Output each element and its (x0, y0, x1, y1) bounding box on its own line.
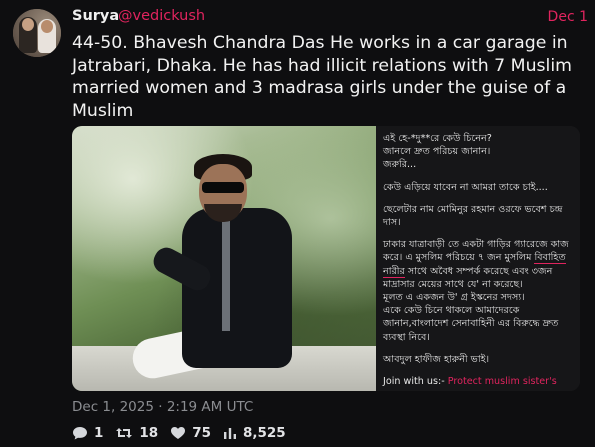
image-text-panel: এই হে-*দু**রে কেউ চিনেন? জানলে দ্রুত পরি… (376, 126, 580, 391)
avatar[interactable] (13, 9, 61, 57)
image-text-p2: কেউ এড়িয়ে যাবেন না আমরা তাকে চাই.... (383, 181, 548, 193)
comment-icon (73, 427, 87, 440)
reply-count: 1 (94, 425, 104, 441)
post-timestamp[interactable]: Dec 1, 2025 · 2:19 AM UTC (72, 399, 253, 415)
post-date[interactable]: Dec 1 (548, 9, 588, 25)
image-text-p5: আবদুল হাফীজ হারুনী ভাই। (383, 353, 490, 365)
retweet-icon (116, 428, 133, 438)
reply-button[interactable]: 1 (72, 425, 103, 441)
person-photo (72, 126, 376, 391)
views-count: 8,525 (243, 425, 286, 441)
image-text-p4-b: সাথে অবৈধ সম্পর্ক করেছে এবং ৩জন মাদ্রাসা… (383, 265, 559, 343)
post-card: Surya @vedickush Dec 1 44-50. Bhavesh Ch… (0, 0, 595, 447)
like-button[interactable]: 75 (170, 425, 211, 441)
retweet-button[interactable]: 18 (115, 425, 158, 441)
image-text-join: Join with us:- Protect muslim sister's (383, 375, 574, 388)
author-name[interactable]: Surya (72, 8, 119, 24)
views-icon (224, 428, 236, 439)
image-text-p4: ঢাকার যাত্রাবাড়ী তে একটা গাড়ির গ্যারেজ… (383, 238, 574, 344)
author-handle[interactable]: @vedickush (118, 8, 205, 24)
views-stat[interactable]: 8,525 (223, 425, 286, 441)
heart-icon (171, 427, 186, 439)
image-text-p3: ছেলেটার নাম মোমিনুর রহমান ওরফে ভবেশ চন্দ… (383, 203, 563, 229)
join-prefix: Join with us:- (383, 376, 448, 388)
like-count: 75 (192, 425, 211, 441)
action-bar: 1 18 75 8,525 (72, 423, 298, 443)
image-text-p1: এই হে-*দু**রে কেউ চিনেন? জানলে দ্রুত পরি… (383, 133, 492, 171)
post-media[interactable]: এই হে-*দু**রে কেউ চিনেন? জানলে দ্রুত পরি… (72, 126, 580, 391)
post-text: 44-50. Bhavesh Chandra Das He works in a… (72, 33, 572, 121)
join-link: Protect muslim sister's (447, 376, 557, 388)
retweet-count: 18 (139, 425, 159, 441)
